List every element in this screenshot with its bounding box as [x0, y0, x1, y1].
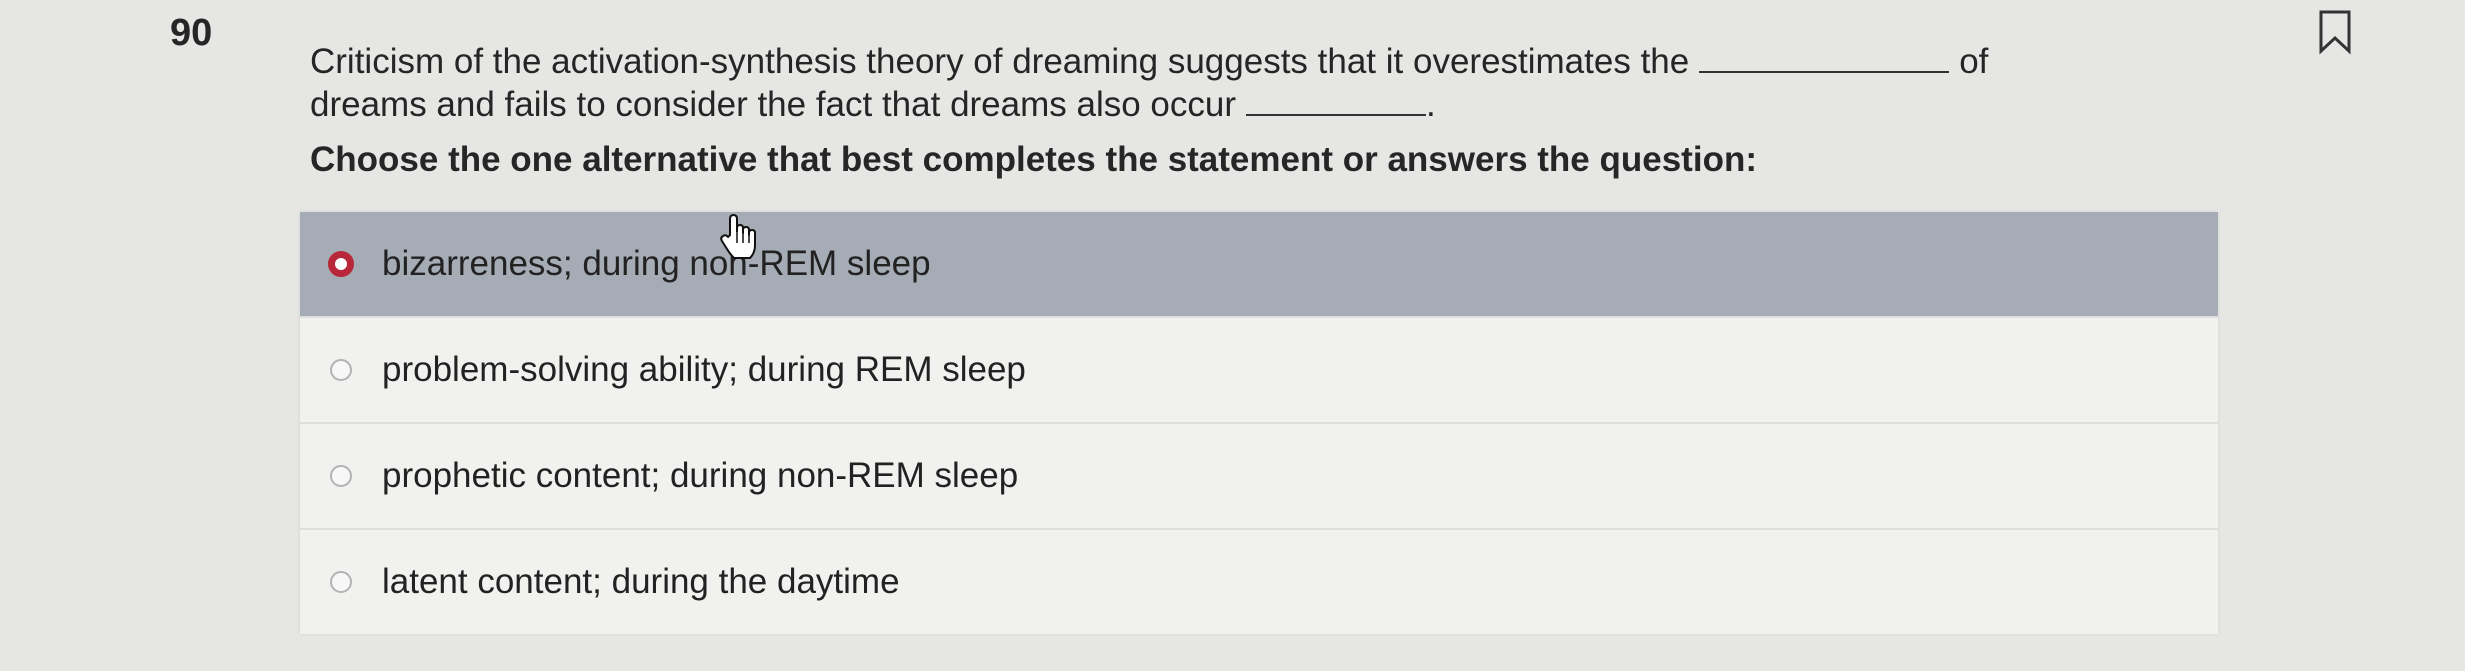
option-d[interactable]: latent content; during the daytime: [300, 530, 2218, 634]
stem-text-3: dreams and fails to consider the fact th…: [310, 85, 1237, 124]
option-c[interactable]: prophetic content; during non-REM sleep: [300, 424, 2218, 530]
option-label: problem-solving ability; during REM slee…: [382, 350, 1026, 389]
option-label: bizarreness; during non-REM sleep: [382, 244, 931, 283]
radio-button[interactable]: [330, 571, 352, 593]
question-number: 90: [170, 12, 213, 54]
radio-button[interactable]: [330, 359, 352, 381]
option-label: prophetic content; during non-REM sleep: [382, 456, 1019, 495]
question-instruction: Choose the one alternative that best com…: [310, 140, 1757, 179]
radio-button-selected[interactable]: [328, 251, 354, 277]
stem-text-2: of: [1959, 42, 1989, 81]
blank-2: [1246, 86, 1427, 116]
stem-text-1: Criticism of the activation-synthesis th…: [310, 42, 1690, 81]
option-a[interactable]: bizarreness; during non-REM sleep: [300, 212, 2218, 318]
question-stem: Criticism of the activation-synthesis th…: [310, 40, 2130, 126]
option-b[interactable]: problem-solving ability; during REM slee…: [300, 318, 2218, 424]
option-label: latent content; during the daytime: [382, 562, 900, 601]
blank-1: [1699, 43, 1950, 73]
answer-options: bizarreness; during non-REM sleep proble…: [300, 212, 2218, 634]
stem-text-4: .: [1426, 85, 1436, 124]
bookmark-icon[interactable]: [2315, 8, 2355, 56]
radio-button[interactable]: [330, 465, 352, 487]
